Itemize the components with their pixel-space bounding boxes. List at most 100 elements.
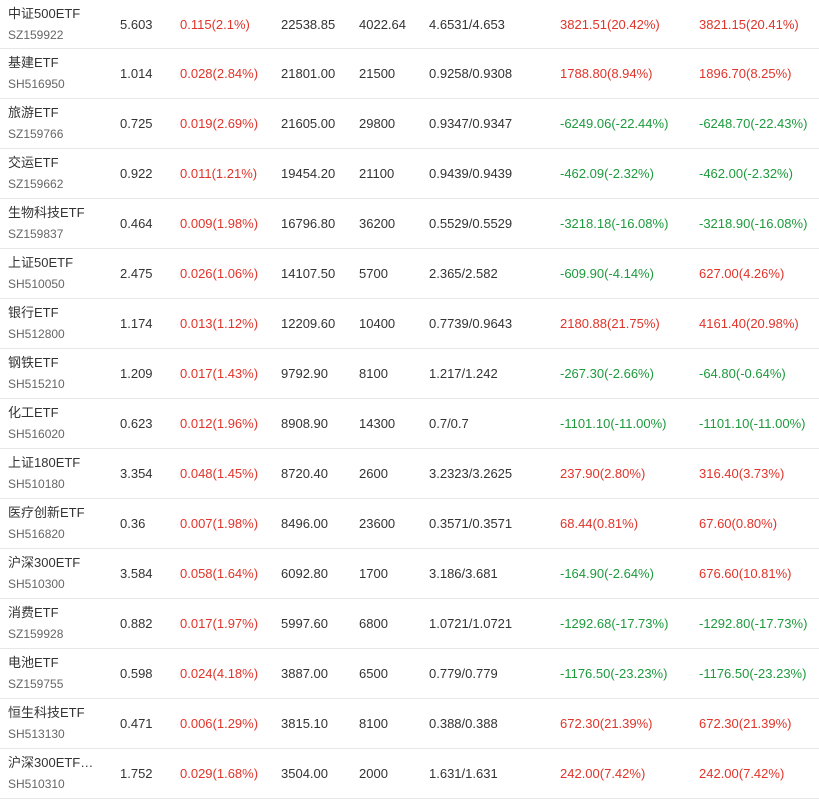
- fund-name[interactable]: 交运ETF: [8, 154, 59, 172]
- cost-range-value: 0.9258/0.9308: [429, 66, 513, 81]
- fund-name[interactable]: 电池ETF: [8, 654, 59, 672]
- fund-name[interactable]: 恒生科技ETF: [8, 704, 85, 722]
- table-row[interactable]: 化工ETF SH516020 0.623 0.012(1.96%) 8908.90 143…: [0, 399, 819, 449]
- volume-value: 2600: [359, 466, 388, 481]
- price-value: 3.584: [120, 566, 153, 581]
- cost-range-value: 1.217/1.242: [429, 366, 498, 381]
- change-value: 0.028(2.84%): [180, 66, 259, 81]
- fund-cell[interactable]: 上证180ETF SH510180: [8, 449, 108, 498]
- cost-range-value: 2.365/2.582: [429, 266, 498, 281]
- table-row[interactable]: 沪深300ETF SH510300 3.584 0.058(1.64%) 6092.80…: [0, 549, 819, 599]
- amount-value: 3887.00: [281, 666, 328, 681]
- profit-loss-value: 242.00(7.42%): [560, 766, 646, 781]
- volume-value: 21100: [359, 166, 395, 181]
- total-profit-loss-value: -1292.80(-17.73%): [699, 616, 808, 631]
- fund-code: SZ159766: [8, 127, 64, 141]
- fund-name[interactable]: 上证180ETF: [8, 454, 80, 472]
- table-row[interactable]: 钢铁ETF SH515210 1.209 0.017(1.43%) 9792.90 810…: [0, 349, 819, 399]
- change-value: 0.029(1.68%): [180, 766, 259, 781]
- total-profit-loss-value: 67.60(0.80%): [699, 516, 778, 531]
- fund-cell[interactable]: 基建ETF SH516950: [8, 49, 108, 98]
- fund-name[interactable]: 生物科技ETF: [8, 204, 85, 222]
- profit-loss-value: 68.44(0.81%): [560, 516, 639, 531]
- price-value: 0.725: [120, 116, 153, 131]
- price-value: 0.464: [120, 216, 153, 231]
- cost-range-value: 3.186/3.681: [429, 566, 498, 581]
- fund-cell[interactable]: 银行ETF SH512800: [8, 299, 108, 348]
- profit-loss-value: 2180.88(21.75%): [560, 316, 660, 331]
- total-profit-loss-value: 242.00(7.42%): [699, 766, 785, 781]
- change-value: 0.007(1.98%): [180, 516, 259, 531]
- fund-code: SH510050: [8, 277, 65, 291]
- table-row[interactable]: 医疗创新ETF SH516820 0.36 0.007(1.98%) 8496.00 23…: [0, 499, 819, 549]
- change-value: 0.011(1.21%): [180, 166, 258, 181]
- table-row[interactable]: 中证500ETF SZ159922 5.603 0.115(2.1%) 22538.85…: [0, 0, 819, 49]
- change-value: 0.115(2.1%): [180, 16, 250, 32]
- fund-cell[interactable]: 化工ETF SH516020: [8, 399, 108, 448]
- table-row[interactable]: 沪深300ETF… SH510310 1.752 0.029(1.68%) 3504.0…: [0, 749, 819, 799]
- fund-name[interactable]: 沪深300ETF: [8, 554, 80, 572]
- amount-value: 8720.40: [281, 466, 328, 481]
- table-row[interactable]: 上证50ETF SH510050 2.475 0.026(1.06%) 14107.50…: [0, 249, 819, 299]
- fund-name[interactable]: 银行ETF: [8, 304, 59, 322]
- fund-cell[interactable]: 中证500ETF SZ159922: [8, 0, 108, 48]
- volume-value: 8100: [359, 366, 388, 381]
- price-value: 1.209: [120, 366, 153, 381]
- volume-value: 2000: [359, 766, 388, 781]
- volume-value: 6800: [359, 616, 388, 631]
- fund-cell[interactable]: 旅游ETF SZ159766: [8, 99, 108, 148]
- amount-value: 19454.20: [281, 166, 336, 181]
- total-profit-loss-value: 316.40(3.73%): [699, 466, 785, 481]
- volume-value: 29800: [359, 116, 396, 131]
- total-profit-loss-value: -3218.90(-16.08%): [699, 216, 808, 231]
- cost-range-value: 3.2323/3.2625: [429, 466, 513, 481]
- table-row[interactable]: 基建ETF SH516950 1.014 0.028(2.84%) 21801.00 21…: [0, 49, 819, 99]
- fund-cell[interactable]: 沪深300ETF… SH510310: [8, 749, 108, 798]
- fund-name[interactable]: 旅游ETF: [8, 104, 59, 122]
- cost-range-value: 0.9347/0.9347: [429, 116, 513, 131]
- table-row[interactable]: 消费ETF SZ159928 0.882 0.017(1.97%) 5997.60 680…: [0, 599, 819, 649]
- table-row[interactable]: 银行ETF SH512800 1.174 0.013(1.12%) 12209.60 10…: [0, 299, 819, 349]
- fund-cell[interactable]: 上证50ETF SH510050: [8, 249, 108, 298]
- change-value: 0.006(1.29%): [180, 716, 259, 731]
- fund-name[interactable]: 钢铁ETF: [8, 354, 59, 372]
- profit-loss-value: -267.30(-2.66%): [560, 366, 654, 381]
- volume-value: 6500: [359, 666, 388, 681]
- fund-name[interactable]: 医疗创新ETF: [8, 504, 85, 522]
- fund-cell[interactable]: 消费ETF SZ159928: [8, 599, 108, 648]
- change-value: 0.026(1.06%): [180, 266, 259, 281]
- fund-cell[interactable]: 医疗创新ETF SH516820: [8, 499, 108, 548]
- fund-cell[interactable]: 沪深300ETF SH510300: [8, 549, 108, 598]
- total-profit-loss-value: 676.60(10.81%): [699, 566, 792, 581]
- fund-cell[interactable]: 恒生科技ETF SH513130: [8, 699, 108, 748]
- amount-value: 21605.00: [281, 116, 336, 131]
- amount-value: 9792.90: [281, 366, 328, 381]
- fund-code: SH510180: [8, 477, 65, 491]
- fund-name[interactable]: 上证50ETF: [8, 254, 73, 272]
- table-row[interactable]: 旅游ETF SZ159766 0.725 0.019(2.69%) 21605.00 29…: [0, 99, 819, 149]
- table-row[interactable]: 恒生科技ETF SH513130 0.471 0.006(1.29%) 3815.10 8…: [0, 699, 819, 749]
- fund-name[interactable]: 中证500ETF: [8, 5, 80, 23]
- fund-name[interactable]: 消费ETF: [8, 604, 59, 622]
- fund-name[interactable]: 沪深300ETF…: [8, 754, 93, 772]
- table-row[interactable]: 上证180ETF SH510180 3.354 0.048(1.45%) 8720.40…: [0, 449, 819, 499]
- amount-value: 21801.00: [281, 66, 336, 81]
- table-row[interactable]: 交运ETF SZ159662 0.922 0.011(1.21%) 19454.20 21…: [0, 149, 819, 199]
- table-row[interactable]: 电池ETF SZ159755 0.598 0.024(4.18%) 3887.00 650…: [0, 649, 819, 699]
- profit-loss-value: 3821.51(20.42%): [560, 16, 660, 32]
- profit-loss-value: -609.90(-4.14%): [560, 266, 654, 281]
- fund-cell[interactable]: 钢铁ETF SH515210: [8, 349, 108, 398]
- fund-name[interactable]: 化工ETF: [8, 404, 59, 422]
- fund-cell[interactable]: 电池ETF SZ159755: [8, 649, 108, 698]
- change-value: 0.013(1.12%): [180, 316, 259, 331]
- table-row[interactable]: 生物科技ETF SZ159837 0.464 0.009(1.98%) 16796.80…: [0, 199, 819, 249]
- price-value: 2.475: [120, 266, 153, 281]
- change-value: 0.017(1.43%): [180, 366, 259, 381]
- fund-cell[interactable]: 生物科技ETF SZ159837: [8, 199, 108, 248]
- cost-range-value: 0.388/0.388: [429, 716, 498, 731]
- holdings-table: 中证500ETF SZ159922 5.603 0.115(2.1%) 22538.85…: [0, 0, 819, 799]
- fund-name[interactable]: 基建ETF: [8, 54, 59, 72]
- profit-loss-value: -164.90(-2.64%): [560, 566, 654, 581]
- cost-range-value: 0.9439/0.9439: [429, 166, 513, 181]
- fund-cell[interactable]: 交运ETF SZ159662: [8, 149, 108, 198]
